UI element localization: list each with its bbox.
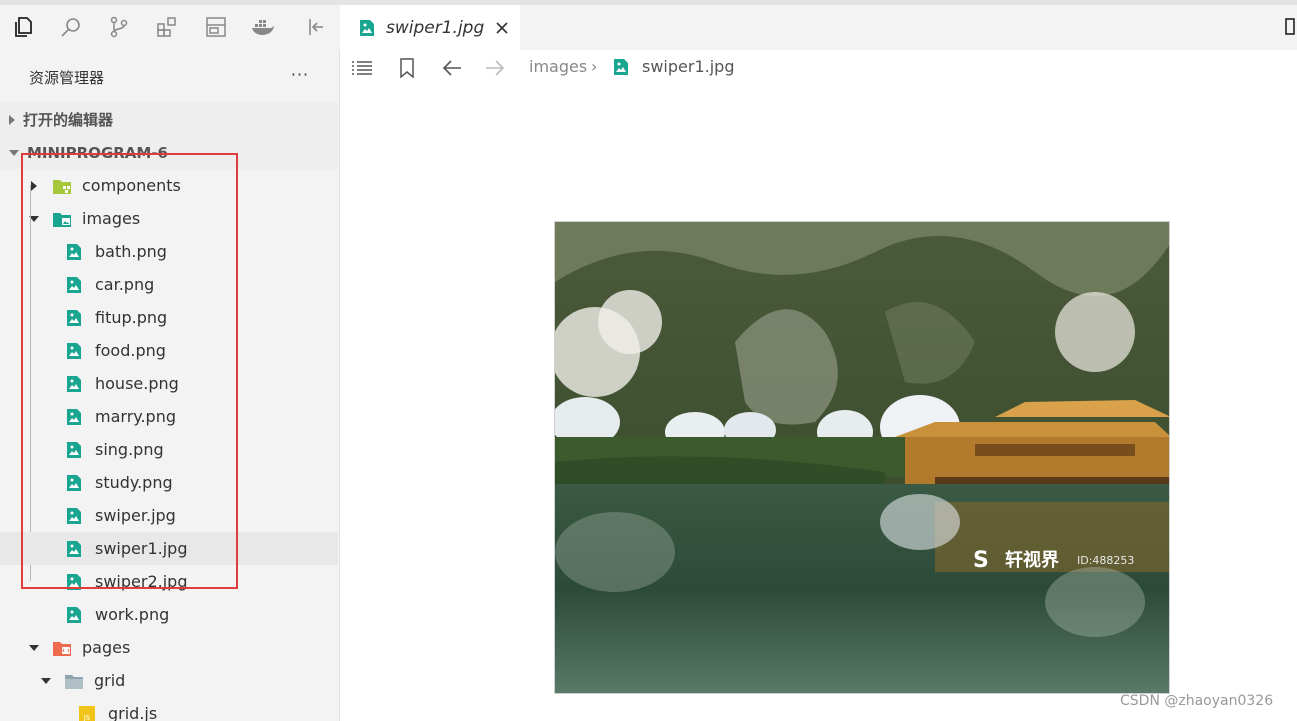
split-editor-icon[interactable] [1285,17,1295,37]
back-arrow-icon[interactable] [439,56,465,80]
svg-text:JS: JS [83,714,91,721]
section-project[interactable]: MINIPROGRAM-6 [0,136,338,169]
image-file-icon [65,342,83,360]
chevron-down-icon [29,644,39,651]
image-file-icon [358,19,376,37]
docker-icon[interactable] [249,13,277,41]
tree-item-file[interactable]: JS grid.js [0,697,338,721]
chevron-right-icon [9,114,15,125]
tree-item-label: swiper.jpg [95,506,176,525]
more-actions-icon[interactable]: ··· [286,60,314,88]
section-open-editors[interactable]: 打开的编辑器 [0,103,338,136]
tree-item-file[interactable]: swiper2.jpg [0,565,338,598]
image-file-icon [65,375,83,393]
tree-item-label: swiper2.jpg [95,572,188,591]
chevron-down-icon [41,677,51,684]
tree-item-label: marry.png [95,407,176,426]
tree-item-label: work.png [95,605,170,624]
image-file-icon [612,58,630,76]
image-file-icon [65,243,83,261]
tree-item-label: grid [94,671,126,690]
tree-item-components[interactable]: components [0,169,338,202]
section-project-label: MINIPROGRAM-6 [27,143,168,162]
extensions-icon[interactable] [153,13,181,41]
tree-item-file[interactable]: study.png [0,466,338,499]
editor-tab-bar: swiper1.jpg [340,5,1297,50]
svg-text:S: S [973,548,989,573]
tree-item-file[interactable]: bath.png [0,235,338,268]
tree-item-label: grid.js [108,704,158,721]
collapse-panel-icon[interactable] [302,13,330,41]
folder-images-icon [52,210,71,228]
watermark-id-text: ID:488253 [1077,554,1134,567]
tree-item-label: car.png [95,275,155,294]
tree-item-file[interactable]: car.png [0,268,338,301]
close-icon[interactable] [493,19,511,37]
tree-item-grid[interactable]: grid [0,664,338,697]
image-file-icon [65,474,83,492]
tree-item-file[interactable]: house.png [0,367,338,400]
csdn-watermark: CSDN @zhaoyan0326 [1120,693,1274,709]
tree-item-label: house.png [95,374,179,393]
tree-item-file[interactable]: fitup.png [0,301,338,334]
tree-item-file[interactable]: marry.png [0,400,338,433]
image-file-icon [65,606,83,624]
tree-item-file-selected[interactable]: swiper1.jpg [0,532,338,565]
image-file-icon [65,309,83,327]
bookmark-icon[interactable] [394,56,420,80]
tree-item-label: images [82,209,141,228]
tree-item-label: swiper1.jpg [95,539,188,558]
watermark-logo-text: 轩视界 [1005,549,1059,571]
tree-item-file[interactable]: work.png [0,598,338,631]
tree-item-label: pages [82,638,131,657]
forward-arrow-icon[interactable] [482,56,508,80]
tree-item-file[interactable]: sing.png [0,433,338,466]
tab-label: swiper1.jpg [386,17,485,38]
tree-item-label: components [82,176,181,195]
js-file-icon: JS [78,705,96,721]
image-file-icon [65,507,83,525]
breadcrumb-separator: › [591,57,598,76]
search-icon[interactable] [57,13,85,41]
source-control-icon[interactable] [105,13,133,41]
landscape-image: S 轩视界 ID:488253 [555,222,1169,693]
list-icon[interactable] [349,56,375,80]
tree-item-pages[interactable]: pages [0,631,338,664]
tree-item-label: study.png [95,473,173,492]
breadcrumb-folder[interactable]: images [529,57,587,76]
folder-pages-icon [52,639,71,657]
activity-bar [0,5,340,50]
tree-item-file[interactable]: swiper.jpg [0,499,338,532]
tree-item-label: sing.png [95,440,164,459]
image-file-icon [65,276,83,294]
files-icon[interactable] [9,13,37,41]
explorer-title: 资源管理器 [29,69,105,87]
breadcrumb-file[interactable]: swiper1.jpg [642,57,734,76]
image-file-icon [65,408,83,426]
chevron-right-icon [31,180,37,191]
image-file-icon [65,441,83,459]
tree-item-file[interactable]: food.png [0,334,338,367]
chevron-down-icon [9,149,19,156]
image-file-icon [65,573,83,591]
folder-icon [64,672,83,690]
tree-item-label: bath.png [95,242,167,261]
image-file-icon [65,540,83,558]
tree-item-label: food.png [95,341,166,360]
layout-icon[interactable] [202,13,230,41]
section-open-editors-label: 打开的编辑器 [23,111,114,129]
editor-toolbar: images › swiper1.jpg [340,50,1297,86]
tab-swiper1-jpg[interactable]: swiper1.jpg [340,5,520,50]
image-preview: S 轩视界 ID:488253 [554,221,1170,694]
tree-item-images[interactable]: images [0,202,338,235]
tree-item-label: fitup.png [95,308,168,327]
folder-components-icon [52,177,71,195]
